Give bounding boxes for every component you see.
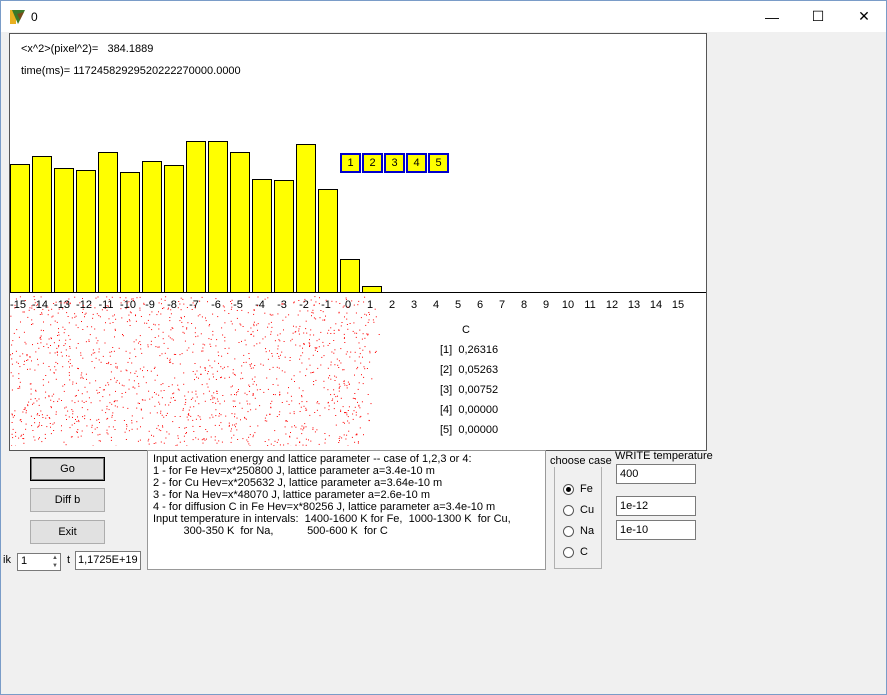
simulation-canvas: <x^2>(pixel^2)= 384.1889 time(ms)= 11724… (9, 33, 707, 451)
x-tick-label: 5 (454, 299, 462, 311)
info-textbox[interactable]: Input activation energy and lattice para… (147, 450, 546, 570)
spinner-arrows-icon[interactable]: ▲ ▼ (50, 554, 60, 570)
legend-item: 3 (384, 153, 405, 173)
maximize-button[interactable]: ☐ (795, 1, 841, 32)
choose-case-label: choose case (549, 455, 613, 467)
radio-circle-icon[interactable] (563, 504, 574, 516)
radio-circle-icon[interactable] (563, 525, 574, 537)
close-button[interactable]: ✕ (841, 1, 887, 32)
histogram-bar (186, 141, 206, 293)
concentration-row: [3] 0,00752 (440, 384, 499, 396)
histogram-bar (76, 170, 96, 293)
x-tick-label: 6 (476, 299, 484, 311)
x-tick-label: 12 (605, 299, 619, 311)
x-tick-label: 15 (671, 299, 685, 311)
atom-scatter (10, 296, 380, 446)
radio-circle-icon[interactable] (563, 483, 574, 495)
histogram-bar (32, 156, 52, 293)
param-input-2[interactable]: 1e-12 (616, 496, 696, 516)
legend-item-label: 4 (408, 155, 425, 171)
radio-label: Na (580, 525, 595, 537)
ik-label: ik (3, 554, 11, 566)
histogram-bar (230, 152, 250, 293)
legend-item: 1 (340, 153, 361, 173)
case-radio-cu[interactable]: Cu (563, 504, 594, 516)
histogram-bar (10, 164, 30, 293)
legend-item-label: 3 (386, 155, 403, 171)
x-tick-label: 10 (561, 299, 575, 311)
window-title: 0 (31, 10, 38, 24)
x-tick-label: 4 (432, 299, 440, 311)
x-tick-label: 8 (520, 299, 528, 311)
histogram-bar (142, 161, 162, 293)
legend-item-label: 5 (430, 155, 447, 171)
legend-item: 5 (428, 153, 449, 173)
radio-label: Fe (580, 483, 593, 495)
radio-circle-icon[interactable] (563, 546, 574, 558)
legend-item: 4 (406, 153, 427, 173)
temperature-input[interactable]: 400 (616, 464, 696, 484)
t-label: t (67, 554, 71, 566)
x-tick-label: 14 (649, 299, 663, 311)
x-tick-label: 11 (584, 299, 596, 311)
histogram-bar (318, 189, 338, 293)
case-radio-c[interactable]: C (563, 546, 588, 558)
histogram-bar (98, 152, 118, 293)
histogram-bar (208, 141, 228, 293)
histogram-bar (274, 180, 294, 293)
exit-button[interactable]: Exit (30, 520, 105, 544)
time-readout: time(ms)= 11724582929520222270000.0000 (21, 65, 241, 77)
concentration-row: [1] 0,26316 (440, 344, 499, 356)
histogram-bar (120, 172, 140, 293)
radio-label: C (580, 546, 588, 558)
write-temperature-label: WRITE temperature (615, 450, 713, 462)
x-axis-line (10, 292, 706, 293)
x-tick-label: 9 (542, 299, 550, 311)
radio-label: Cu (580, 504, 595, 516)
concentration-row: [2] 0,05263 (440, 364, 499, 376)
legend-item-label: 1 (342, 155, 359, 171)
case-radio-fe[interactable]: Fe (563, 483, 593, 495)
legend-item: 2 (362, 153, 383, 173)
diff-button[interactable]: Diff b (30, 488, 105, 512)
ik-value: 1 (21, 555, 28, 567)
param-input-3[interactable]: 1e-10 (616, 520, 696, 540)
histogram-bar (252, 179, 272, 293)
x-tick-label: 13 (627, 299, 641, 311)
histogram-bar (296, 144, 316, 293)
concentration-header: C (462, 324, 470, 336)
histogram-bar (340, 259, 360, 293)
go-button[interactable]: Go (30, 457, 105, 481)
x-tick-label: 3 (410, 299, 418, 311)
t-value-field[interactable]: 1,1725E+19 (75, 551, 141, 570)
title-bar[interactable]: 0 — ☐ ✕ (1, 1, 886, 32)
concentration-row: [4] 0,00000 (440, 404, 499, 416)
legend-item-label: 2 (364, 155, 381, 171)
app-icon (10, 10, 25, 24)
msd-readout: <x^2>(pixel^2)= 384.1889 (21, 43, 154, 55)
histogram-bar (164, 165, 184, 293)
histogram-bar (54, 168, 74, 293)
ik-spinner[interactable]: 1 ▲ ▼ (17, 553, 61, 571)
concentration-row: [5] 0,00000 (440, 424, 499, 436)
minimize-button[interactable]: — (749, 1, 795, 32)
case-radio-na[interactable]: Na (563, 525, 594, 537)
x-tick-label: 7 (498, 299, 506, 311)
main-window: 0 — ☐ ✕ <x^2>(pixel^2)= 384.1889 time(ms… (0, 0, 887, 695)
